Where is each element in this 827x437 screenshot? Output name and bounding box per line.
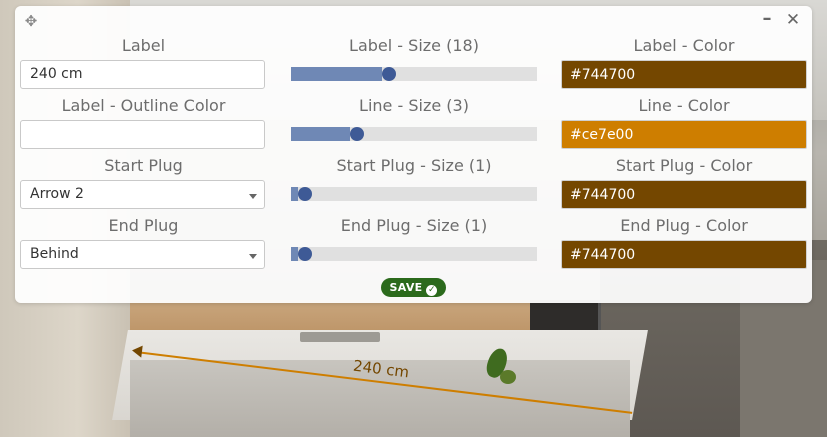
line-settings-panel: ✥ – ✕ Label 240 cm Label - Outline Color…: [15, 6, 812, 303]
check-circle-icon: ✓: [426, 285, 438, 296]
slider-fill: [291, 187, 299, 201]
start-plug-title: Start Plug: [104, 156, 183, 175]
start-plug-size-title: Start Plug - Size (1): [336, 156, 492, 175]
label-color-title: Label - Color: [633, 36, 735, 55]
label-outline-color-title: Label - Outline Color: [61, 96, 226, 115]
minimize-icon[interactable]: –: [759, 10, 775, 28]
end-plug-selected: Behind: [30, 246, 79, 262]
label-field-title: Label: [121, 36, 166, 55]
slider-thumb[interactable]: [298, 247, 313, 261]
slider-thumb[interactable]: [350, 127, 365, 141]
label-size-slider[interactable]: [291, 67, 537, 81]
save-button[interactable]: SAVE ✓: [381, 278, 446, 297]
chevron-down-icon: [249, 194, 257, 199]
end-plug-title: End Plug: [108, 216, 179, 235]
end-plug-select[interactable]: Behind: [20, 240, 265, 269]
start-plug-select[interactable]: Arrow 2: [20, 180, 265, 209]
end-plug-color-input[interactable]: #744700: [561, 240, 807, 269]
end-plug-size-title: End Plug - Size (1): [340, 216, 488, 235]
move-icon[interactable]: ✥: [23, 13, 39, 29]
slider-fill: [291, 67, 383, 81]
end-plug-color-title: End Plug - Color: [620, 216, 748, 235]
line-size-slider[interactable]: [291, 127, 537, 141]
line-color-title: Line - Color: [638, 96, 730, 115]
avocado-half: [500, 370, 516, 384]
slider-thumb[interactable]: [298, 187, 313, 201]
line-color-input[interactable]: #ce7e00: [561, 120, 807, 149]
end-plug-size-slider[interactable]: [291, 247, 537, 261]
slider-thumb[interactable]: [382, 67, 397, 81]
sink: [300, 332, 380, 342]
label-color-input[interactable]: #744700: [561, 60, 807, 89]
start-plug-size-slider[interactable]: [291, 187, 537, 201]
label-size-title: Label - Size (18): [349, 36, 479, 55]
line-size-title: Line - Size (3): [359, 96, 469, 115]
slider-fill: [291, 127, 351, 141]
start-plug-color-title: Start Plug - Color: [615, 156, 753, 175]
dimension-start-plug: [131, 344, 143, 358]
close-icon[interactable]: ✕: [785, 12, 801, 29]
chevron-down-icon: [249, 254, 257, 259]
save-button-label: SAVE: [389, 281, 423, 294]
label-input[interactable]: 240 cm: [20, 60, 265, 89]
start-plug-selected: Arrow 2: [30, 186, 84, 202]
slider-fill: [291, 247, 299, 261]
start-plug-color-input[interactable]: #744700: [561, 180, 807, 209]
label-outline-color-input[interactable]: [20, 120, 265, 149]
